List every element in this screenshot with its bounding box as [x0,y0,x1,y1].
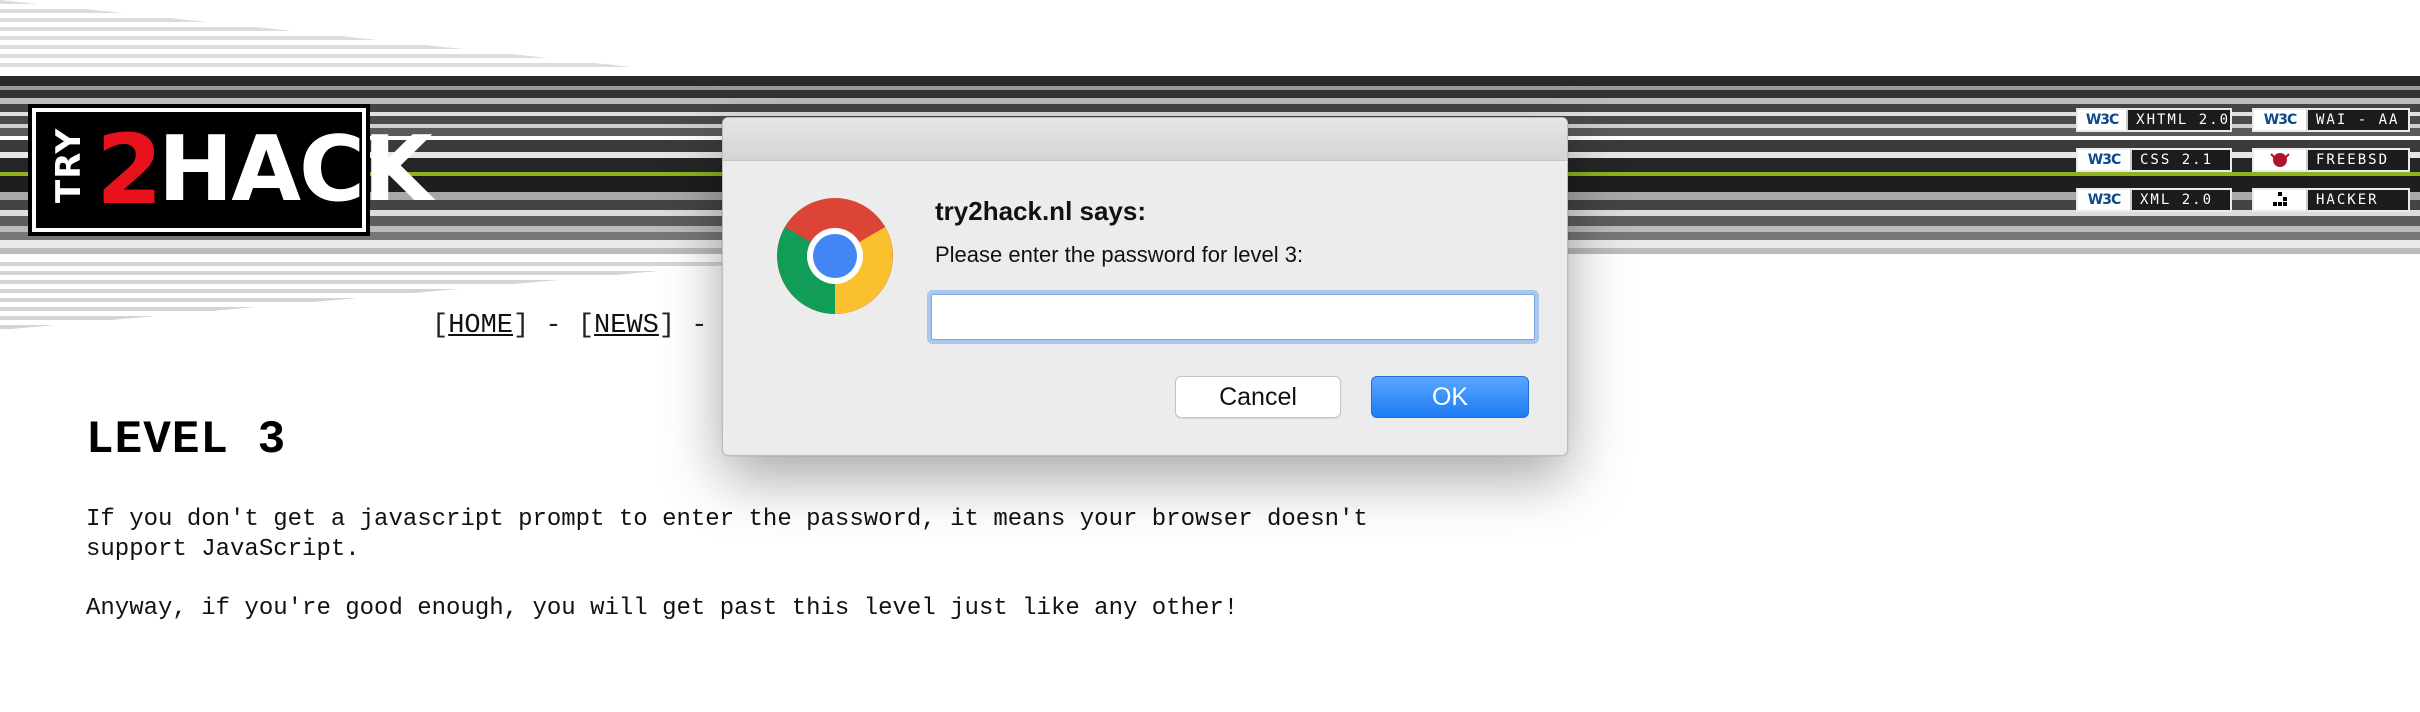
logo-hack-text: HACK [158,117,433,222]
anyway-paragraph: Anyway, if you're good enough, you will … [86,595,1239,622]
badge-label: HACKER [2316,192,2379,208]
cancel-button[interactable]: Cancel [1175,376,1341,418]
logo-try-text: TRY [49,127,89,203]
badge-xml[interactable]: W3C XML 2.0 [2076,188,2232,212]
dialog-message: Please enter the password for level 3: [935,242,1304,267]
badge-label: WAI - AA [2316,112,2400,128]
logo-two-text: 2 [96,114,163,226]
freebsd-daemon-icon [2254,150,2308,170]
glider-icon [2254,190,2308,210]
site-logo[interactable]: TRY 2 HACK [32,108,433,232]
page-title: LEVEL 3 [86,414,287,466]
w3c-icon: W3C [2078,110,2129,130]
badge-wai[interactable]: W3C WAI - AA [2252,108,2410,132]
password-input[interactable] [931,294,1535,340]
nav-link-news[interactable]: NEWS [594,311,659,341]
header-sweep-decoration [0,0,680,72]
badge-freebsd[interactable]: FREEBSD [2252,148,2410,172]
badge-label: XHTML 2.0 [2136,112,2230,128]
badge-xhtml[interactable]: W3C XHTML 2.0 [2076,108,2232,132]
dialog-title: try2hack.nl says: [935,196,1147,226]
nav-separator-trail: ] - [658,311,708,341]
nav-separator: ] - [ [513,311,595,341]
badge-hacker[interactable]: HACKER [2252,188,2410,212]
ok-button[interactable]: OK [1371,376,1529,418]
js-prompt-dialog: try2hack.nl says: Please enter the passw… [722,117,1568,456]
dialog-titlebar[interactable] [723,118,1567,161]
intro-paragraph: If you don't get a javascript prompt to … [86,506,1368,563]
w3c-icon: W3C [2254,110,2308,130]
nav-link-home[interactable]: HOME [448,311,513,341]
w3c-icon: W3C [2078,190,2132,210]
w3c-icon: W3C [2078,150,2132,170]
badge-label: XML 2.0 [2140,192,2214,208]
badge-label: FREEBSD [2316,152,2390,168]
badge-label: CSS 2.1 [2140,152,2214,168]
badge-css[interactable]: W3C CSS 2.1 [2076,148,2232,172]
nav-bracket: [ [432,311,449,341]
top-nav: [HOME] - [NEWS] - [432,311,707,341]
chrome-icon [777,198,893,314]
